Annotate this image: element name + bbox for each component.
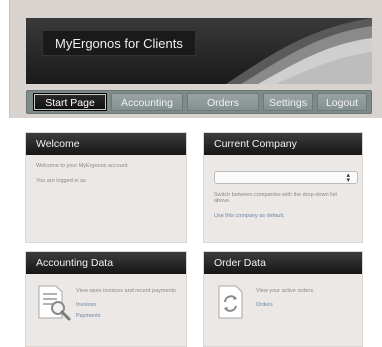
set-default-company-link[interactable]: Use this company as default. — [214, 213, 352, 219]
nav-accounting[interactable]: Accounting — [111, 93, 183, 111]
orders-description: View your active orders. — [256, 288, 315, 294]
content-area: Welcome Welcome to your MyErgonos accoun… — [9, 118, 382, 347]
nav-logout[interactable]: Logout — [317, 93, 367, 111]
welcome-panel: Welcome Welcome to your MyErgonos accoun… — [25, 132, 187, 243]
orders-link[interactable]: Orders — [256, 302, 315, 308]
payments-link[interactable]: Payments — [76, 313, 176, 319]
select-arrows-icon: ▴ ▾ — [346, 172, 350, 184]
nav-orders[interactable]: Orders — [187, 93, 259, 111]
accounting-panel: Accounting Data View open invoices and r… — [25, 251, 187, 347]
main-nav: Start Page Accounting Orders Settings Lo… — [26, 90, 372, 114]
company-help-text: Switch between companies with the drop-d… — [214, 192, 337, 204]
login-status: You are logged in as — [36, 178, 86, 184]
invoices-link[interactable]: Invoices — [76, 302, 176, 308]
header-area: MyErgonos for Clients Start Page Account… — [10, 0, 382, 118]
nav-start-page[interactable]: Start Page — [33, 93, 107, 111]
welcome-title: Welcome — [26, 133, 186, 155]
accounting-title: Accounting Data — [26, 252, 186, 274]
company-select[interactable]: ▴ ▾ — [214, 171, 358, 184]
orders-panel: Order Data View your active orders. Orde… — [203, 251, 363, 347]
header-banner: MyErgonos for Clients — [26, 18, 372, 84]
company-title: Current Company — [204, 133, 362, 155]
company-panel: Current Company ▴ ▾ Switch between compan… — [203, 132, 363, 243]
nav-settings[interactable]: Settings — [263, 93, 313, 111]
accounting-description: View open invoices and recent payments — [76, 288, 176, 294]
orders-title: Order Data — [204, 252, 362, 274]
app-title: MyErgonos for Clients — [42, 30, 196, 56]
welcome-message: Welcome to your MyErgonos account. — [36, 163, 129, 169]
document-refresh-icon — [218, 285, 243, 319]
document-search-icon — [38, 285, 71, 321]
